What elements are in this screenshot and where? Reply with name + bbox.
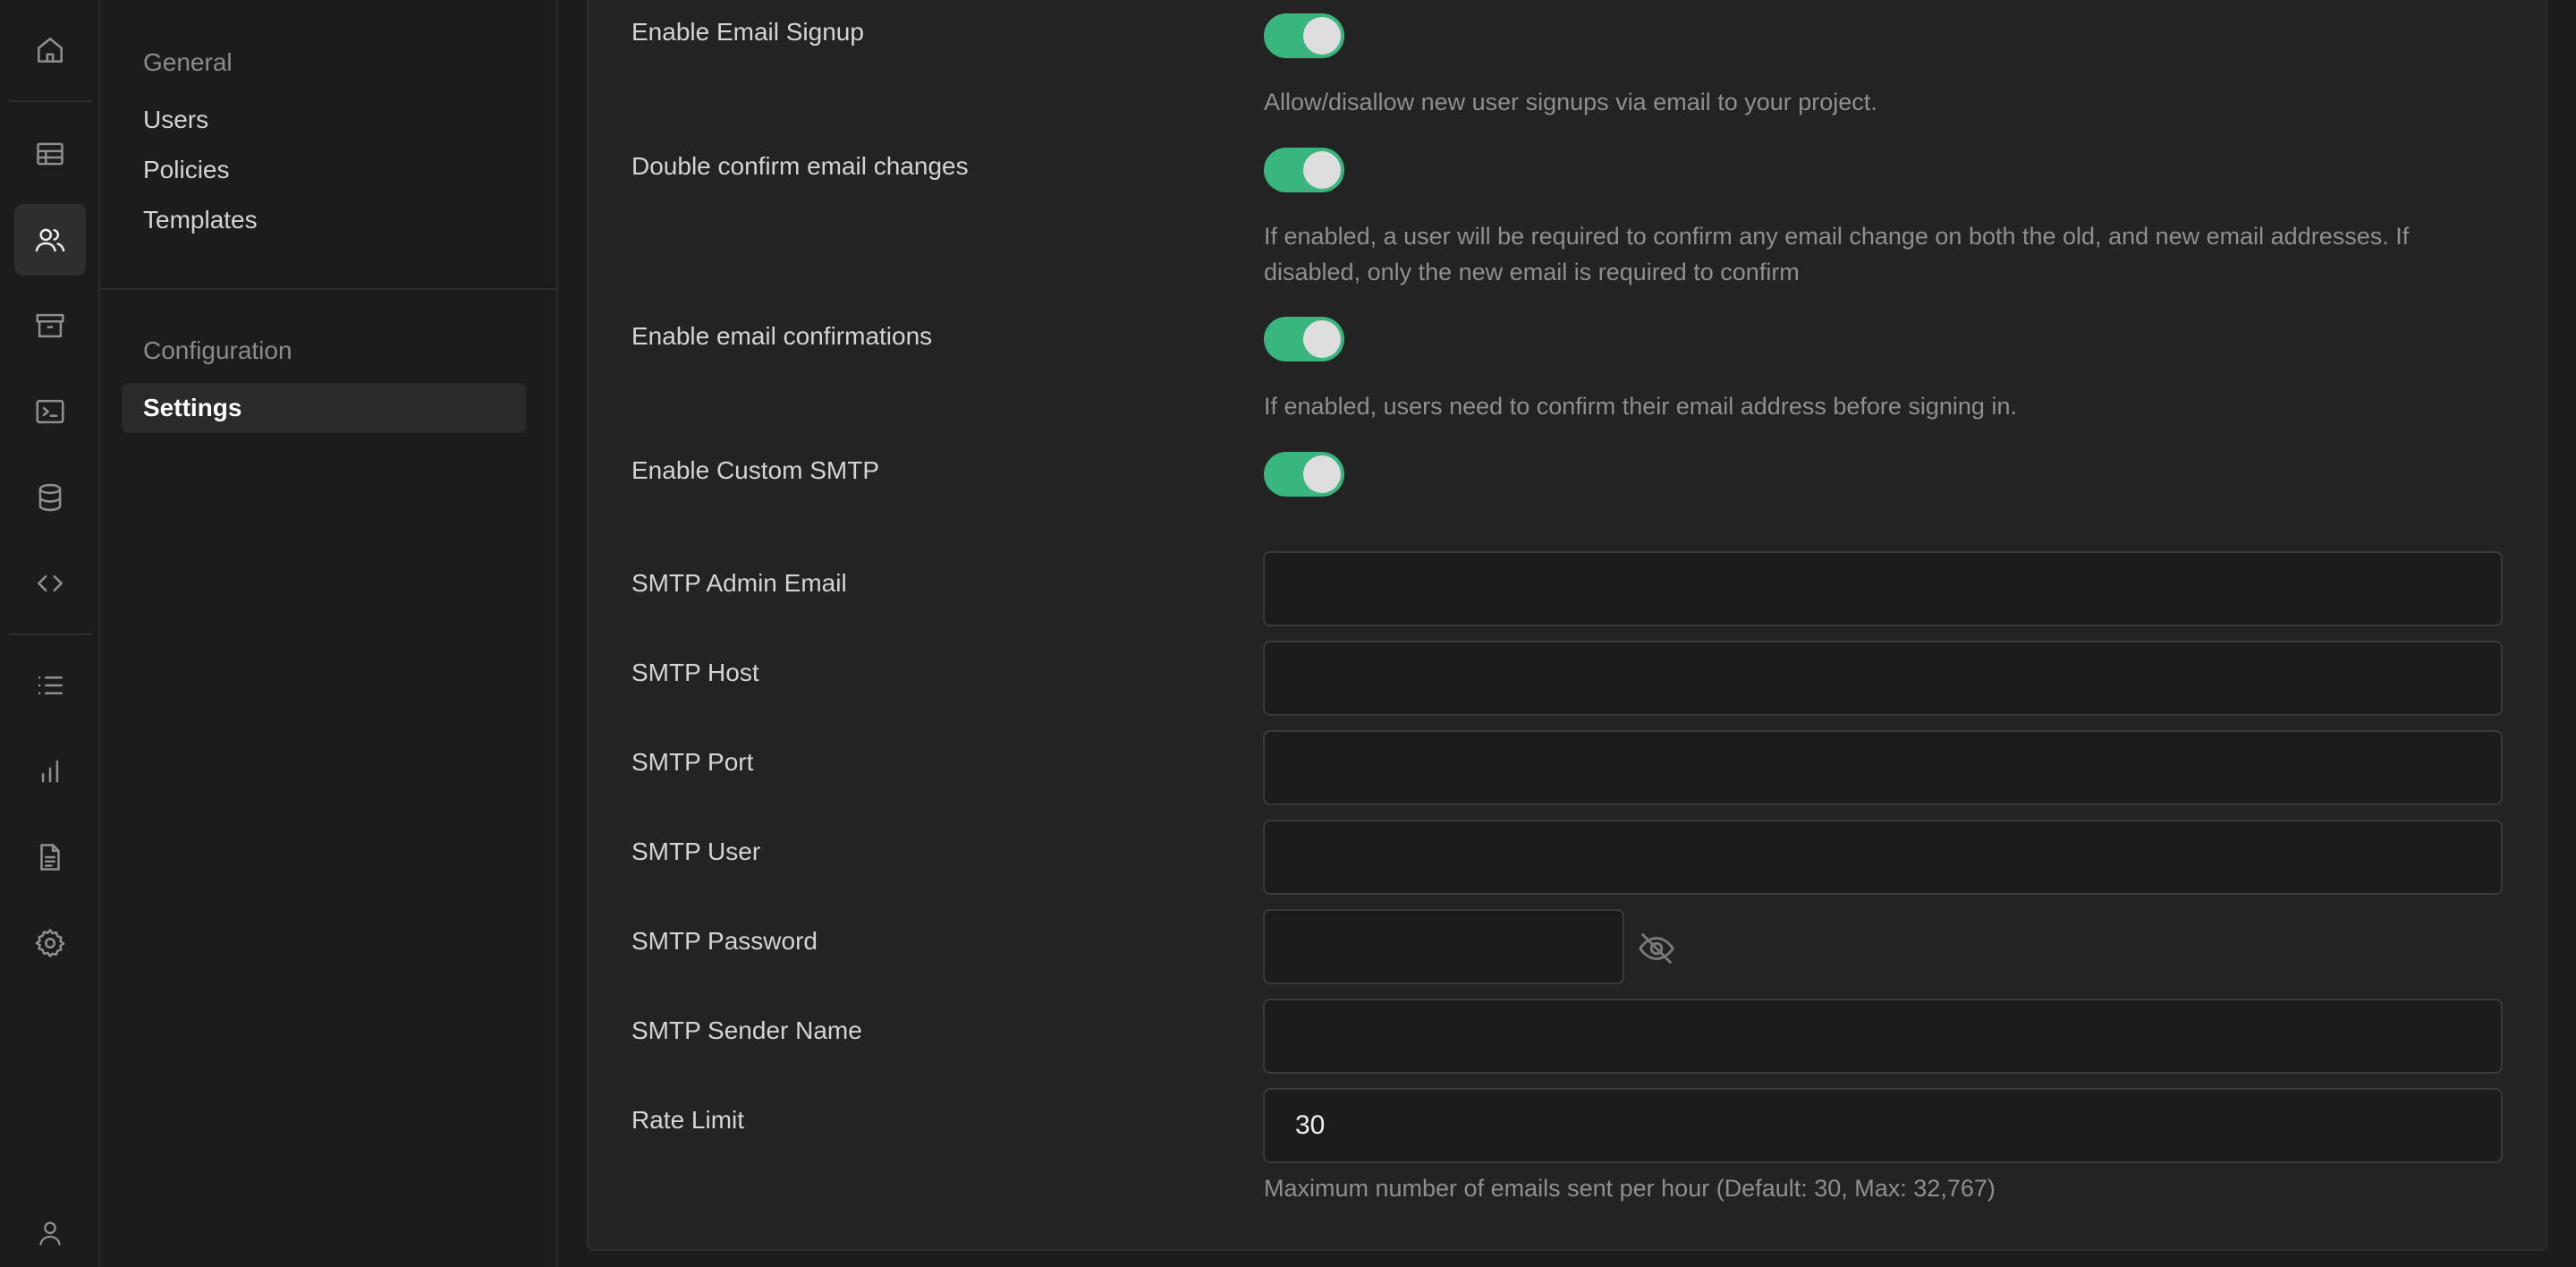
smtp-admin-email-field[interactable] xyxy=(1263,551,2503,626)
smtp-password-field[interactable] xyxy=(1263,909,1624,984)
document-icon xyxy=(40,844,60,871)
auth-submenu: General Users Policies Templates Configu… xyxy=(100,0,558,1267)
nav-logs[interactable] xyxy=(14,650,86,721)
enable-email-confirmations-toggle[interactable] xyxy=(1264,317,1344,361)
rail-divider xyxy=(9,634,91,635)
nav-database[interactable] xyxy=(14,462,86,533)
menu-divider xyxy=(100,288,556,290)
nav-sql-editor[interactable] xyxy=(14,376,86,447)
toggle-label: Enable email confirmations xyxy=(631,322,933,350)
settings-main xyxy=(558,0,2576,1267)
smtp-sender-name-label: SMTP Sender Name xyxy=(631,1016,862,1044)
double-confirm-email-toggle[interactable] xyxy=(1264,148,1344,192)
home-icon xyxy=(38,38,63,63)
bar-chart-icon xyxy=(41,760,59,783)
rail-divider xyxy=(9,100,91,102)
toggle-label: Enable Email Signup xyxy=(631,18,864,46)
menu-item-policies[interactable]: Policies xyxy=(122,145,526,195)
archive-icon xyxy=(36,313,64,338)
rate-limit-label: Rate Limit xyxy=(631,1106,745,1134)
smtp-password-label: SMTP Password xyxy=(631,927,818,955)
smtp-port-label: SMTP Port xyxy=(631,748,754,776)
menu-item-settings[interactable]: Settings xyxy=(122,383,526,433)
rate-limit-description: Maximum number of emails sent per hour (… xyxy=(1264,1175,1996,1202)
nav-authentication[interactable] xyxy=(14,204,86,276)
database-icon xyxy=(38,483,62,512)
nav-api[interactable] xyxy=(14,548,86,619)
smtp-user-label: SMTP User xyxy=(631,838,761,865)
toggle-label: Enable Custom SMTP xyxy=(631,456,879,484)
user-icon xyxy=(39,1221,61,1246)
eye-off-icon xyxy=(1639,933,1674,964)
smtp-sender-name-field[interactable] xyxy=(1263,999,2503,1074)
code-icon xyxy=(38,574,63,592)
nav-docs[interactable] xyxy=(14,821,86,893)
users-icon xyxy=(35,228,65,252)
smtp-port-field[interactable] xyxy=(1263,730,2503,805)
icon-rail xyxy=(0,0,100,1267)
menu-group-title: Configuration xyxy=(143,336,292,364)
rate-limit-field[interactable] xyxy=(1263,1088,2503,1163)
smtp-admin-email-label: SMTP Admin Email xyxy=(631,569,847,597)
toggle-knob xyxy=(1303,320,1341,358)
enable-email-signup-toggle[interactable] xyxy=(1264,13,1344,58)
smtp-host-label: SMTP Host xyxy=(631,659,759,686)
menu-item-users[interactable]: Users xyxy=(122,95,526,145)
enable-custom-smtp-toggle[interactable] xyxy=(1264,452,1344,497)
smtp-host-field[interactable] xyxy=(1263,641,2503,716)
menu-group-title: General xyxy=(143,48,233,76)
nav-account[interactable] xyxy=(18,1201,82,1265)
toggle-description: Allow/disallow new user signups via emai… xyxy=(1264,89,1877,115)
nav-storage[interactable] xyxy=(14,290,86,361)
menu-item-templates[interactable]: Templates xyxy=(122,195,526,245)
nav-table-editor[interactable] xyxy=(14,118,86,190)
toggle-knob xyxy=(1303,455,1341,493)
toggle-label: Double confirm email changes xyxy=(631,152,969,180)
smtp-user-field[interactable] xyxy=(1263,820,2503,895)
nav-home[interactable] xyxy=(14,14,86,86)
terminal-icon xyxy=(36,399,64,424)
toggle-knob xyxy=(1303,17,1341,55)
toggle-password-visibility-button[interactable] xyxy=(1635,927,1678,970)
settings-icon xyxy=(35,929,65,957)
toggle-description: If enabled, users need to confirm their … xyxy=(1264,393,2017,420)
nav-settings[interactable] xyxy=(14,907,86,979)
table-icon xyxy=(37,142,64,166)
toggle-description: If enabled, a user will be required to c… xyxy=(1264,223,2410,285)
toggle-knob xyxy=(1303,151,1341,189)
nav-reports[interactable] xyxy=(14,736,86,807)
list-icon xyxy=(38,676,63,694)
